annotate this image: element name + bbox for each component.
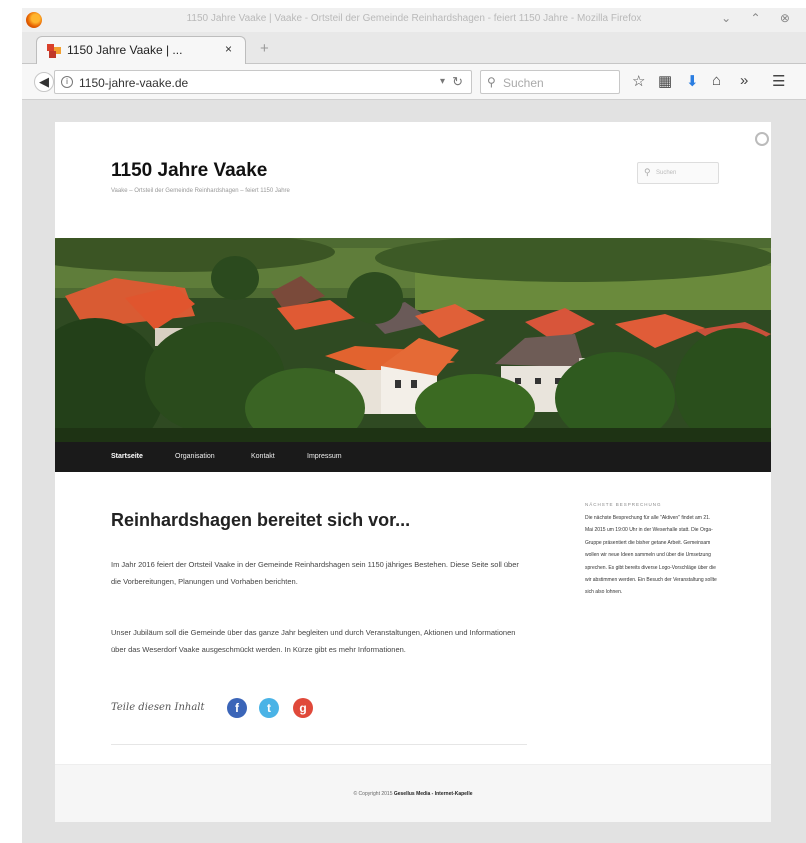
back-button[interactable]: ◀ bbox=[34, 72, 54, 92]
home-icon[interactable]: ⌂ bbox=[712, 72, 721, 89]
nav-item-kontakt[interactable]: Kontakt bbox=[251, 453, 275, 460]
url-bar[interactable]: i 1150-jahre-vaake.de ▾ ↻ bbox=[54, 70, 472, 94]
share-label: Teile diesen Inhalt bbox=[111, 702, 205, 713]
site-page: 1150 Jahre Vaake Vaake – Ortsteil der Ge… bbox=[55, 122, 771, 822]
clipboard-icon[interactable]: ▦ bbox=[658, 72, 672, 90]
navigation-bar: ◀ i 1150-jahre-vaake.de ▾ ↻ ⚲ Suchen ☆ ▦… bbox=[22, 64, 806, 100]
site-footer: © Copyright 2015 Gesellus Media - Intern… bbox=[55, 764, 771, 822]
menu-icon[interactable]: ☰ bbox=[772, 72, 785, 90]
window-controls[interactable]: ⌄ ⌃ ⊗ bbox=[721, 11, 798, 25]
search-icon: ⚲ bbox=[487, 75, 496, 89]
tab-bar: 1150 Jahre Vaake | ... × + bbox=[22, 32, 806, 64]
village-photo bbox=[55, 238, 771, 442]
dropdown-arrow-icon[interactable]: ▾ bbox=[440, 76, 445, 87]
info-icon[interactable]: i bbox=[61, 76, 73, 88]
google-plus-share-icon[interactable]: g bbox=[293, 698, 313, 718]
footer-text: © Copyright 2015 Gesellus Media - Intern… bbox=[55, 791, 771, 797]
window-title: 1150 Jahre Vaake | Vaake - Ortsteil der … bbox=[186, 13, 642, 24]
footer-copyright: © Copyright 2015 bbox=[353, 791, 393, 797]
browser-search-input[interactable]: ⚲ Suchen bbox=[480, 70, 620, 94]
site-description: Vaake – Ortsteil der Gemeinde Reinhardsh… bbox=[111, 188, 290, 194]
browser-tab[interactable]: 1150 Jahre Vaake | ... × bbox=[36, 36, 246, 64]
page-viewport: 1150 Jahre Vaake Vaake – Ortsteil der Ge… bbox=[22, 100, 806, 843]
circle-icon bbox=[755, 132, 769, 146]
site-search-placeholder: Suchen bbox=[656, 170, 677, 176]
tab-close-icon[interactable]: × bbox=[225, 42, 232, 56]
post-paragraph-2: Unser Jubiläum soll die Gemeinde über da… bbox=[111, 628, 516, 654]
overflow-chevron-icon[interactable]: » bbox=[740, 72, 748, 89]
window-titlebar: 1150 Jahre Vaake | Vaake - Ortsteil der … bbox=[22, 8, 806, 32]
site-search-input[interactable]: ⚲ Suchen bbox=[637, 162, 719, 184]
widget-title: Nächste Besprechung bbox=[585, 502, 662, 507]
header-image bbox=[55, 238, 771, 442]
widget-text: Die nächste Besprechung für alle "Aktive… bbox=[585, 515, 717, 596]
tab-label: 1150 Jahre Vaake | ... bbox=[67, 43, 183, 57]
bookmark-star-icon[interactable]: ☆ bbox=[632, 72, 645, 90]
site-title[interactable]: 1150 Jahre Vaake bbox=[111, 160, 267, 182]
nav-item-impressum[interactable]: Impressum bbox=[307, 453, 342, 460]
post-title[interactable]: Reinhardshagen bereitet sich vor... bbox=[111, 510, 410, 531]
footer-company-link[interactable]: Gesellus Media - Internet-Kapelle bbox=[394, 791, 473, 797]
post-divider bbox=[111, 744, 527, 745]
nav-item-startseite[interactable]: Startseite bbox=[111, 453, 143, 460]
nav-item-organisation[interactable]: Organisation bbox=[175, 453, 215, 460]
twitter-share-icon[interactable]: t bbox=[259, 698, 279, 718]
favicon-icon bbox=[47, 44, 61, 58]
new-tab-button[interactable]: + bbox=[260, 40, 269, 57]
url-text[interactable]: 1150-jahre-vaake.de bbox=[79, 76, 188, 90]
download-icon[interactable]: ⬇ bbox=[686, 72, 699, 90]
main-navigation: Startseite Organisation Kontakt Impressu… bbox=[55, 442, 771, 472]
facebook-share-icon[interactable]: f bbox=[227, 698, 247, 718]
post-paragraph-1: Im Jahr 2016 feiert der Ortsteil Vaake i… bbox=[111, 560, 519, 586]
search-icon: ⚲ bbox=[644, 167, 651, 177]
reload-icon[interactable]: ↻ bbox=[452, 74, 463, 90]
search-placeholder: Suchen bbox=[503, 76, 544, 90]
